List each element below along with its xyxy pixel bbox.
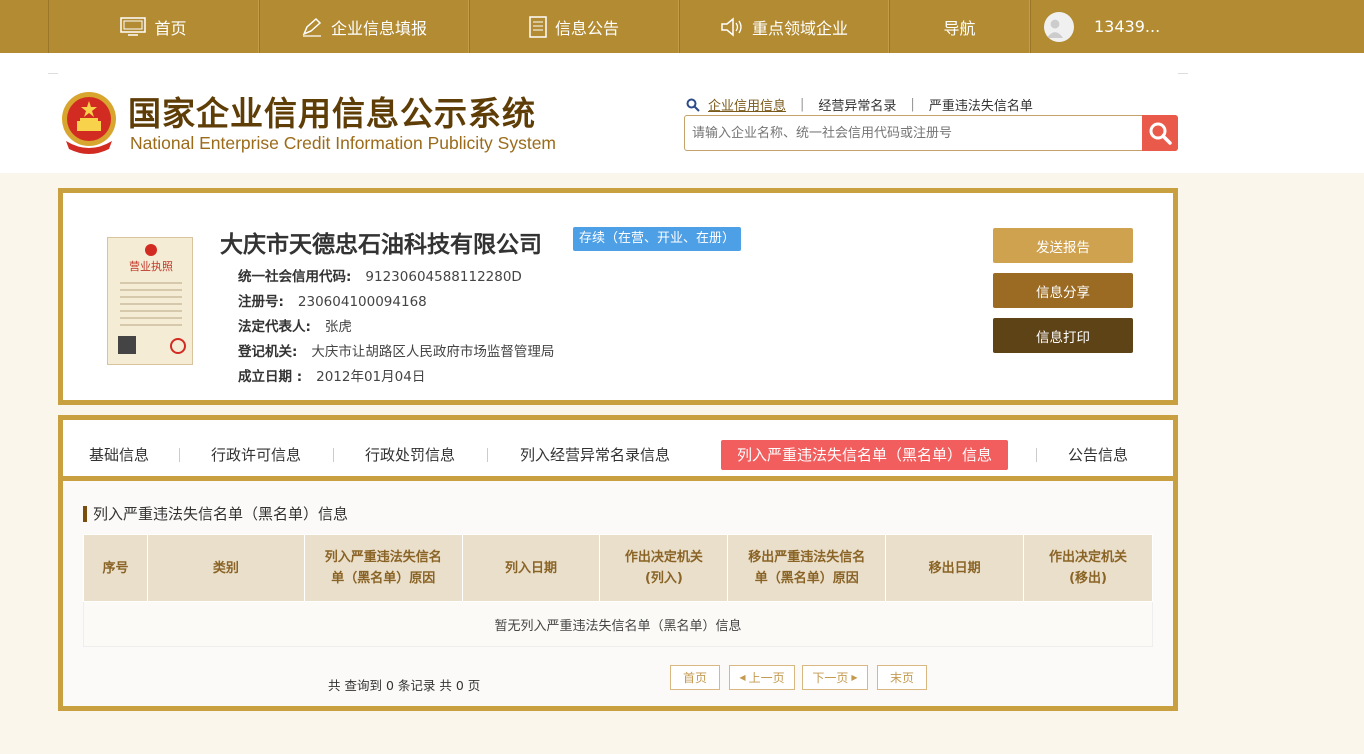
nav-navi-label: 导航 (943, 18, 976, 38)
field-value: 230604100094168 (297, 294, 427, 310)
nav-navigation[interactable]: 导航 (889, 0, 1030, 53)
info-authority: 登记机关: 大庆市让胡路区人民政府市场监督管理局 (238, 340, 554, 360)
table-header-row: 序号 类别 列入严重违法失信名 单（黑名单）原因 列入日期 作出决定机关 (列入) … (83, 534, 1153, 602)
user-icon (1046, 19, 1064, 38)
tab-abnormal[interactable]: 列入经营异常名录信息 (520, 440, 670, 470)
divider: | (910, 97, 915, 112)
detail-panel: 基础信息 行政许可信息 行政处罚信息 列入经营异常名录信息 列入严重违法失信名单… (58, 415, 1178, 711)
record-total: 共 查询到 0 条记录 共 0 页 (328, 678, 481, 693)
nav-fill[interactable]: 企业信息填报 (259, 0, 469, 53)
tab-blacklist[interactable]: 列入严重违法失信名单（黑名单）信息 (721, 440, 1009, 470)
pager-last[interactable]: 末页 (877, 665, 927, 690)
pager-prev-label: 上一页 (748, 671, 785, 685)
field-label: 注册号: (238, 294, 284, 310)
field-label: 统一社会信用代码: (238, 269, 352, 285)
divider (333, 448, 334, 462)
top-nav: 首页 企业信息填报 信息公告 重点领域企业 导航 13439... (0, 0, 1364, 53)
company-name: 大庆市天德忠石油科技有限公司 (220, 232, 542, 258)
business-license-image[interactable]: 营业执照 (107, 237, 193, 365)
send-report-button[interactable]: 发送报告 (993, 228, 1133, 263)
divider (48, 73, 1188, 74)
divider: | (800, 97, 805, 112)
column-header: 序号 (83, 534, 148, 602)
section-title: 列入严重违法失信名单（黑名单）信息 (83, 506, 348, 522)
column-header: 移出严重违法失信名 单（黑名单）原因 (727, 534, 887, 602)
nav-fill-label: 企业信息填报 (330, 18, 427, 38)
caret-left-icon: ◀ (739, 673, 746, 682)
nav-key-enterprise[interactable]: 重点领域企业 (679, 0, 889, 53)
divider (1036, 448, 1037, 462)
field-value: 张虎 (324, 319, 352, 335)
search-box (684, 115, 1178, 151)
link-blacklist[interactable]: 严重违法失信名单 (929, 95, 1033, 114)
blacklist-section: 列入严重违法失信名单（黑名单）信息 序号 类别 列入严重违法失信名 单（黑名单）原… (63, 481, 1173, 706)
company-card: 营业执照 大庆市天德忠石油科技有限公司 存续（在营、开业、在册） 统一社会信用代… (58, 188, 1178, 405)
column-header: 作出决定机关 (列入) (599, 534, 729, 602)
status-badge: 存续（在营、开业、在册） (573, 227, 742, 251)
tab-basic[interactable]: 基础信息 (89, 440, 149, 470)
table-row: 暂无列入严重违法失信名单（黑名单）信息 (83, 601, 1153, 647)
share-info-button[interactable]: 信息分享 (993, 273, 1133, 308)
field-label: 成立日期 : (238, 369, 303, 385)
column-header: 作出决定机关 (移出) (1023, 534, 1153, 602)
field-value: 2012年01月04日 (316, 369, 426, 385)
license-title: 营业执照 (129, 259, 173, 273)
column-header: 列入日期 (461, 534, 601, 602)
nav-notice-label: 信息公告 (554, 18, 619, 38)
user-name: 13439... (1094, 17, 1161, 36)
tab-bar: 基础信息 行政许可信息 行政处罚信息 列入经营异常名录信息 列入严重违法失信名单… (63, 420, 1173, 481)
print-info-button[interactable]: 信息打印 (993, 318, 1133, 353)
column-header: 列入严重违法失信名 单（黑名单）原因 (303, 534, 463, 602)
blacklist-table: 序号 类别 列入严重违法失信名 单（黑名单）原因 列入日期 作出决定机关 (列入) … (83, 534, 1153, 647)
pager-prev[interactable]: ◀ 上一页 (729, 665, 795, 690)
info-reg-no: 注册号: 230604100094168 (238, 290, 427, 310)
pager-first-label: 首页 (682, 671, 707, 685)
avatar (1044, 11, 1074, 42)
pager-next-label: 下一页 (812, 671, 849, 685)
info-credit-code: 统一社会信用代码: 91230604588112280D (238, 265, 522, 285)
field-value: 大庆市让胡路区人民政府市场监督管理局 (311, 344, 555, 360)
search-type-links: 企业信用信息 | 经营异常名录 | 严重违法失信名单 (686, 95, 1047, 114)
column-header: 类别 (146, 534, 305, 602)
nav-notice[interactable]: 信息公告 (469, 0, 679, 53)
column-header: 移出日期 (885, 534, 1025, 602)
search-input[interactable] (685, 116, 1142, 150)
info-established: 成立日期 : 2012年01月04日 (238, 365, 425, 385)
search-button[interactable] (1142, 115, 1178, 151)
national-emblem-icon (62, 92, 116, 154)
nav-home[interactable]: 首页 (48, 0, 259, 53)
tab-license[interactable]: 行政许可信息 (211, 440, 301, 470)
tab-announcement[interactable]: 公告信息 (1068, 440, 1128, 470)
link-abnormal-list[interactable]: 经营异常名录 (818, 95, 896, 114)
empty-message: 暂无列入严重违法失信名单（黑名单）信息 (83, 601, 1153, 647)
divider (487, 448, 488, 462)
nav-home-label: 首页 (154, 18, 187, 38)
site-title: 国家企业信用信息公示系统 (128, 94, 536, 133)
monitor-icon (120, 16, 147, 36)
document-icon (529, 15, 547, 38)
field-value: 91230604588112280D (365, 269, 522, 285)
company-card-inner: 营业执照 大庆市天德忠石油科技有限公司 存续（在营、开业、在册） 统一社会信用代… (63, 193, 1173, 400)
search-icon (1149, 122, 1172, 145)
pager-last-label: 末页 (889, 671, 914, 685)
detail-panel-inner: 基础信息 行政许可信息 行政处罚信息 列入经营异常名录信息 列入严重违法失信名单… (63, 420, 1173, 706)
nav-user[interactable]: 13439... (1030, 0, 1364, 53)
pen-icon (302, 17, 322, 37)
tab-penalty[interactable]: 行政处罚信息 (365, 440, 455, 470)
field-label: 登记机关: (238, 344, 298, 360)
link-credit-info[interactable]: 企业信用信息 (708, 95, 786, 114)
license-emblem-icon: 营业执照 (118, 244, 186, 354)
divider (179, 448, 180, 462)
pager-next[interactable]: 下一页 ▶ (802, 665, 868, 690)
search-icon (686, 98, 700, 112)
nav-key-label: 重点领域企业 (751, 18, 848, 38)
info-legal-rep: 法定代表人: 张虎 (238, 315, 352, 335)
site-header: 国家企业信用信息公示系统 National Enterprise Credit … (0, 53, 1364, 173)
site-title-en: National Enterprise Credit Information P… (130, 133, 557, 153)
caret-right-icon: ▶ (851, 673, 858, 682)
speaker-icon (721, 16, 742, 37)
pager-first[interactable]: 首页 (670, 665, 720, 690)
field-label: 法定代表人: (238, 319, 311, 335)
